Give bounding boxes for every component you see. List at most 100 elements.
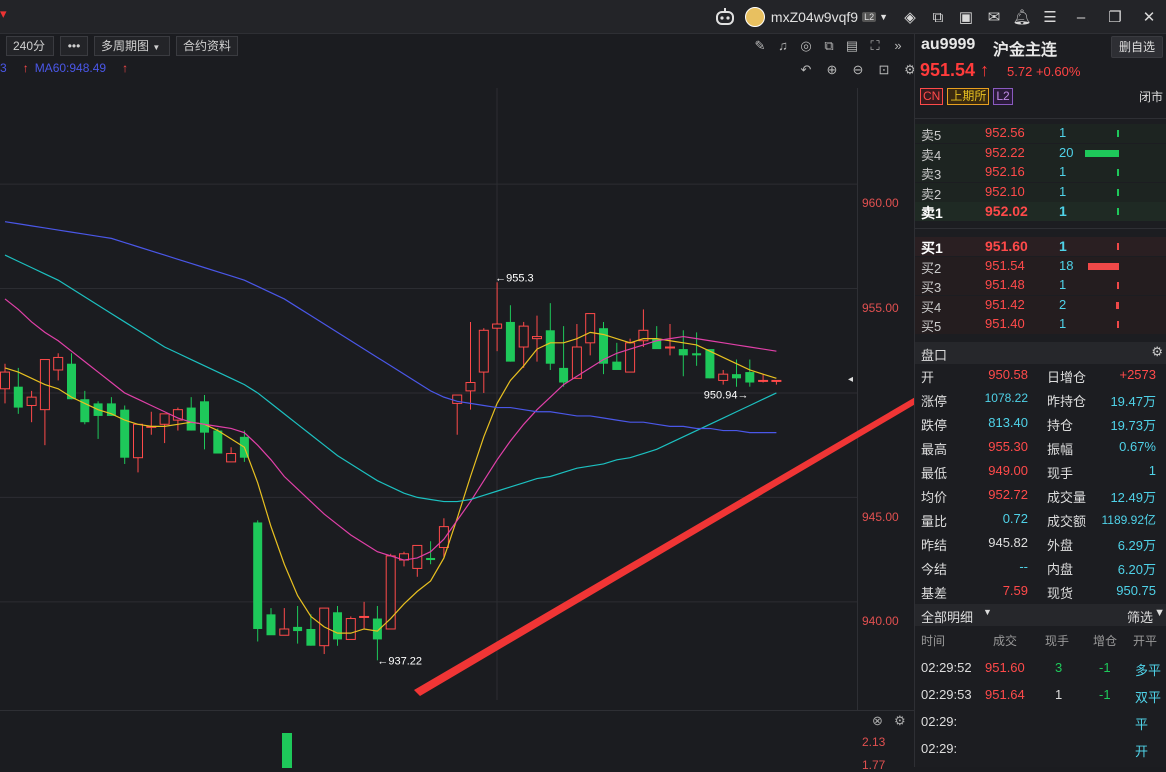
- bid-depth-bar: [1115, 301, 1119, 309]
- stat-value: 7.59: [1002, 583, 1028, 598]
- bid-depth-bar: [1117, 282, 1119, 289]
- stat-label: 最高: [921, 442, 948, 457]
- stat-label: 涨停: [921, 394, 948, 409]
- stat-value: 19.73万: [1110, 418, 1156, 433]
- stats-header: 盘口 ⚙: [915, 342, 1166, 364]
- stat-value: 12.49万: [1110, 490, 1156, 505]
- ask-label: 卖2: [921, 186, 942, 202]
- trade-qty: 3: [1055, 660, 1063, 675]
- trade-time: 02:29:: [921, 741, 958, 756]
- col-price: 成交: [993, 634, 1018, 648]
- stat-label: 内盘: [1047, 562, 1074, 577]
- divider: [915, 228, 1166, 229]
- tag-list: CN 上期所 L2: [920, 88, 1013, 105]
- volume-panel: 2.13 1.77 ⊗ ⚙: [0, 710, 914, 772]
- bid-row[interactable]: 买4 951.42 2: [915, 295, 1166, 315]
- col-type: 开平: [1133, 634, 1158, 648]
- sub-tick-label: 1.77: [862, 758, 886, 772]
- stat-value: 950.58: [988, 367, 1028, 382]
- ask-depth-bar: [1117, 130, 1119, 137]
- stat-value: 19.47万: [1110, 394, 1156, 409]
- filter-button[interactable]: 筛选: [1127, 607, 1153, 626]
- stat-value: 0.67%: [1119, 439, 1156, 454]
- ask-price: 952.56: [985, 125, 1025, 140]
- tag-cn: CN: [920, 88, 944, 105]
- remove-watchlist-button[interactable]: 删自选: [1110, 36, 1163, 58]
- trade-oi: -1: [1099, 687, 1111, 702]
- stat-value: 813.40: [988, 415, 1028, 430]
- stat-label: 跌停: [921, 418, 948, 433]
- change-pct: +0.60%: [1035, 64, 1081, 79]
- stat-value: 945.82: [988, 535, 1028, 550]
- bid-row[interactable]: 买2 951.54 18: [915, 256, 1166, 276]
- col-qty: 现手: [1045, 634, 1070, 648]
- stat-value: 955.30: [988, 439, 1028, 454]
- quote-header: au9999 沪金主连 删自选: [915, 34, 1166, 59]
- trade-type: 平: [1135, 717, 1149, 732]
- stat-label: 振幅: [1047, 442, 1074, 457]
- col-oi: 增仓: [1093, 634, 1118, 648]
- stats-title: 盘口: [921, 348, 948, 363]
- divider: [915, 118, 1166, 119]
- ask-depth-bar: [1117, 188, 1119, 196]
- bid-depth-bar: [1117, 243, 1119, 250]
- ask-depth-bar: [1117, 208, 1119, 215]
- stat-label: 量比: [921, 514, 948, 529]
- ask-volume: 1: [1059, 164, 1067, 179]
- trade-time: 02:29:53: [921, 687, 972, 702]
- contract-code: au9999: [921, 36, 976, 53]
- stat-label: 开: [921, 370, 935, 385]
- stat-label: 昨持仓: [1047, 394, 1087, 409]
- settings-icon[interactable]: ⚙: [1151, 344, 1163, 360]
- settings-icon[interactable]: ⚙: [894, 713, 906, 729]
- trade-type: 双平: [1135, 690, 1162, 705]
- trade-row[interactable]: 02:29: 开: [915, 737, 1166, 761]
- chevron-down-icon[interactable]: ▼: [983, 607, 992, 617]
- bid-label: 买2: [921, 260, 942, 276]
- detail-title[interactable]: 全部明细: [921, 607, 973, 626]
- ask-label: 卖1: [921, 205, 943, 221]
- trade-row[interactable]: 02:29:52 951.60 3 -1 多平: [915, 656, 1166, 680]
- volume-bar: [282, 733, 292, 768]
- col-time: 时间: [921, 634, 946, 648]
- ask-row[interactable]: 卖2 952.10 1: [915, 182, 1166, 202]
- stat-value: 0.72: [1002, 511, 1028, 526]
- trade-time: 02:29:: [921, 714, 958, 729]
- bid-label: 买1: [921, 240, 943, 256]
- quote-panel: au9999 沪金主连 删自选 951.54 ↑ 5.72 +0.60% CN …: [914, 34, 1166, 767]
- filter-icon[interactable]: ▼: [1154, 607, 1165, 619]
- ask-depth-bar: [1117, 169, 1119, 176]
- up-arrow-icon: ↑: [980, 60, 990, 80]
- trade-row[interactable]: 02:29:53 951.64 1 -1 双平: [915, 683, 1166, 707]
- ask-row[interactable]: 卖5 952.56 1: [915, 124, 1166, 143]
- ask-row[interactable]: 卖3 952.16 1: [915, 163, 1166, 182]
- stat-value: 952.72: [988, 487, 1028, 502]
- stat-value: 6.29万: [1117, 538, 1156, 553]
- bid-row[interactable]: 买1 951.60 1: [915, 237, 1166, 256]
- stat-value: 1: [1148, 463, 1156, 478]
- stat-value: 1078.22: [984, 391, 1028, 405]
- bid-price: 951.40: [985, 316, 1025, 331]
- ask-price: 952.22: [985, 144, 1025, 160]
- ask-label: 卖4: [921, 147, 942, 163]
- ask-price: 952.10: [985, 183, 1025, 199]
- stat-label: 今结: [921, 562, 948, 577]
- ask-price: 952.16: [985, 164, 1025, 179]
- stat-label: 现货: [1047, 586, 1074, 601]
- ask-row[interactable]: 卖4 952.22 20: [915, 143, 1166, 163]
- last-price: 951.54 ↑: [920, 60, 989, 81]
- stat-value: 950.75: [1116, 583, 1156, 598]
- bid-row[interactable]: 买3 951.48 1: [915, 276, 1166, 295]
- ask-row[interactable]: 卖1 952.02 1: [915, 202, 1166, 221]
- bid-volume: 1: [1059, 316, 1067, 331]
- trade-row[interactable]: 02:29: 平: [915, 710, 1166, 734]
- bid-price: 951.42: [985, 296, 1025, 312]
- close-icon[interactable]: ⊗: [872, 713, 883, 729]
- bid-depth-bar: [1088, 262, 1119, 270]
- ask-price: 952.02: [985, 203, 1028, 219]
- bid-price: 951.60: [985, 238, 1028, 254]
- ask-label: 卖3: [921, 167, 942, 182]
- stat-label: 现手: [1047, 466, 1074, 481]
- bid-row[interactable]: 买5 951.40 1: [915, 315, 1166, 334]
- stat-label: 均价: [921, 490, 948, 505]
